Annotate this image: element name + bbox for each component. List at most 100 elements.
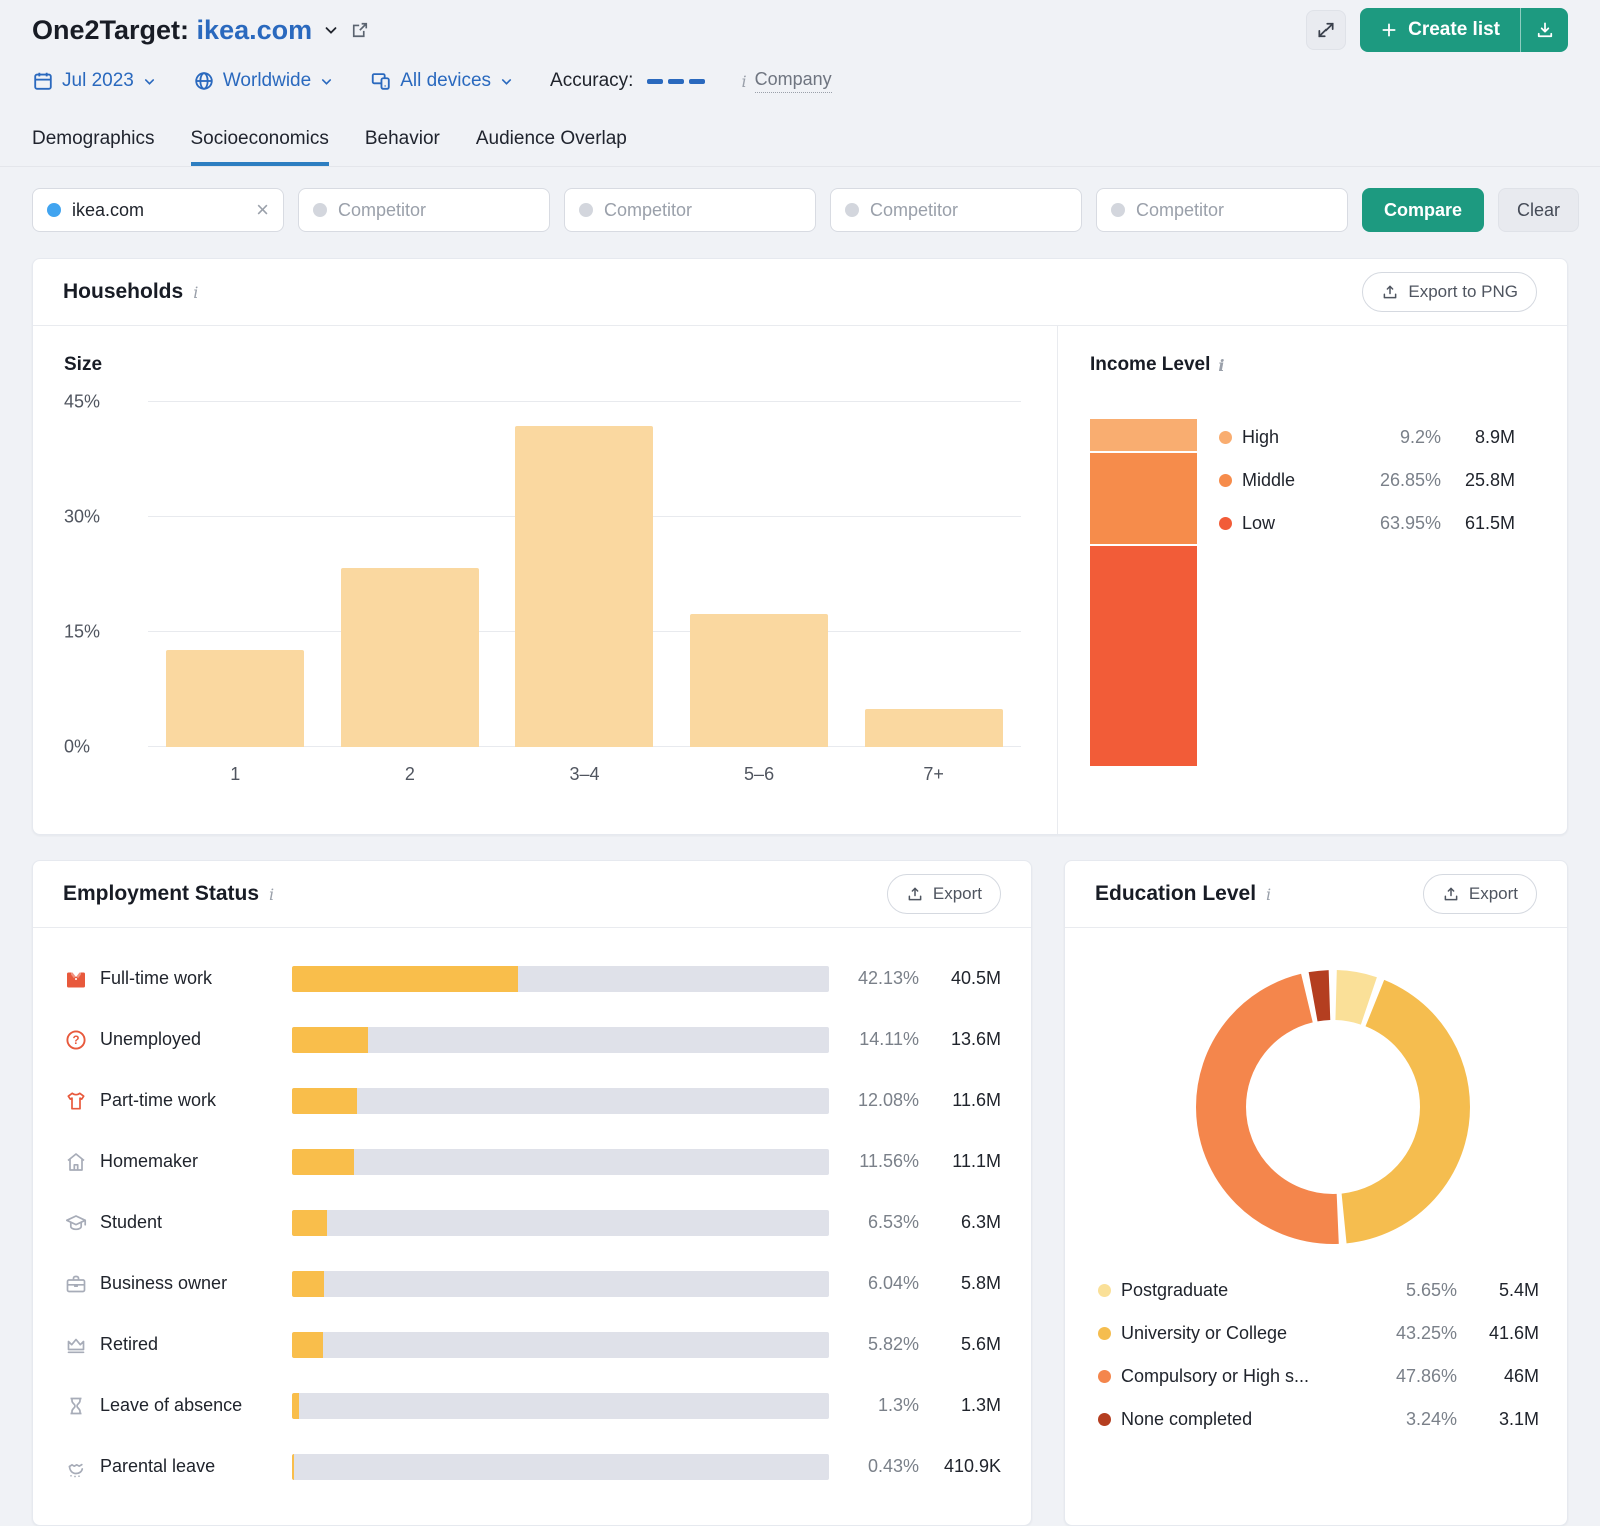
legend-value: 3.1M [1498, 1409, 1539, 1429]
employment-label: Retired [100, 1334, 159, 1354]
page-header: One2Target: ikea.com [32, 8, 370, 52]
download-button[interactable] [1520, 8, 1568, 52]
export-icon [1442, 885, 1460, 903]
region-filter[interactable]: Worldwide [193, 70, 334, 92]
x-axis-category-label: 7+ [923, 764, 944, 784]
employment-bar-track [292, 1331, 829, 1358]
calendar-icon [32, 70, 54, 92]
tab-behavior[interactable]: Behavior [365, 128, 440, 166]
tab-socioeconomics[interactable]: Socioeconomics [190, 128, 329, 166]
employment-percent: 6.04% [867, 1273, 919, 1293]
download-icon [1535, 20, 1555, 40]
income-stacked-bar [1090, 419, 1197, 766]
remove-domain-icon[interactable]: × [256, 199, 269, 221]
export-to-png-button[interactable]: Export to PNG [1362, 272, 1537, 312]
income-segment-high [1090, 419, 1197, 451]
households-card-header: Households i Export to PNG [33, 259, 1567, 326]
legend-percent: 26.85% [1379, 470, 1441, 490]
employment-export-button[interactable]: Export [886, 874, 1001, 914]
legend-label: Middle [1242, 470, 1296, 490]
legend-percent: 3.24% [1405, 1409, 1457, 1429]
homemaker-icon [64, 1150, 88, 1174]
selected-domain-chip[interactable]: ikea.com × [32, 188, 284, 232]
leave-of-absence-icon [64, 1394, 88, 1418]
header-actions: Create list [1306, 8, 1568, 52]
employment-percent: 1.3% [877, 1395, 919, 1415]
create-list-button[interactable]: Create list [1360, 8, 1520, 52]
education-card-header: Education Level i Export [1065, 861, 1567, 928]
info-icon[interactable]: i [741, 72, 746, 91]
employment-bar-track [292, 1087, 829, 1114]
company-info: i Company [741, 69, 832, 93]
chevron-down-icon [319, 74, 334, 89]
tab-audience-overlap[interactable]: Audience Overlap [476, 128, 627, 166]
y-axis-tick-label: 45% [64, 391, 101, 412]
y-axis-tick-label: 0% [64, 736, 91, 757]
employment-label: Full-time work [100, 968, 213, 988]
chevron-down-icon [142, 74, 157, 89]
size-bars-group [148, 402, 1021, 747]
legend-color-dot [1219, 474, 1232, 487]
legend-item: Compulsory or High s... 47.86% 46M [1098, 1355, 1539, 1398]
households-card-body: Size 0% 15% 30% 45% 1 2 3–4 5–6 7+ Income Level… [33, 326, 1567, 834]
employment-bar-track [292, 1026, 829, 1053]
employment-percent: 11.56% [859, 1151, 919, 1171]
compare-button[interactable]: Compare [1362, 188, 1485, 232]
competitor-bar: ikea.com × Competitor Competitor Competi… [32, 188, 1580, 232]
legend-color-dot [1219, 431, 1232, 444]
income-segment-low [1090, 544, 1197, 766]
employment-status-title: Employment Status [63, 882, 260, 905]
household-size-section: Size 0% 15% 30% 45% 1 2 3–4 5–6 7+ [33, 326, 1057, 834]
accuracy-indicator: Accuracy: [550, 70, 706, 92]
education-export-button[interactable]: Export [1422, 874, 1537, 914]
devices-filter[interactable]: All devices [370, 70, 514, 92]
legend-percent: 5.65% [1405, 1280, 1457, 1300]
parental-leave-icon [64, 1455, 88, 1479]
employment-percent: 6.53% [867, 1212, 919, 1232]
x-axis-category-label: 3–4 [569, 764, 600, 784]
employment-row: Student 6.53% 6.3M [64, 1192, 1001, 1253]
income-legend: High 9.2% 8.9M Middle 26.85% 25.8M Low 63.95% 61… [1219, 416, 1515, 545]
size-bar-slot [323, 402, 498, 747]
info-icon[interactable]: i [1266, 885, 1271, 904]
external-link-icon[interactable] [350, 20, 370, 40]
employment-value: 410.9K [943, 1456, 1001, 1476]
size-bar [515, 425, 654, 747]
employment-label: Parental leave [100, 1456, 216, 1476]
employment-percent: 5.82% [867, 1334, 919, 1354]
info-icon[interactable]: i [193, 283, 198, 302]
employment-bar-fill [292, 1392, 299, 1419]
employment-percent: 42.13% [857, 968, 919, 988]
employment-label: Homemaker [100, 1151, 199, 1171]
legend-item: Postgraduate 5.65% 5.4M [1098, 1269, 1539, 1312]
employment-bar-fill [292, 1331, 324, 1358]
competitor-input-2[interactable]: Competitor [564, 188, 816, 232]
employment-row: Leave of absence 1.3% 1.3M [64, 1375, 1001, 1436]
legend-percent: 47.86% [1395, 1366, 1457, 1386]
employment-value: 1.3M [960, 1395, 1001, 1415]
export-icon [1381, 283, 1399, 301]
employment-label: Leave of absence [100, 1395, 243, 1415]
competitor-color-dot [313, 203, 327, 217]
legend-percent: 43.25% [1395, 1323, 1457, 1343]
tab-demographics[interactable]: Demographics [32, 128, 155, 166]
employment-bar-fill [292, 1026, 368, 1053]
chevron-down-icon[interactable] [322, 21, 340, 39]
education-donut-chart [1193, 967, 1473, 1247]
employment-bar-fill [292, 965, 519, 992]
clear-button[interactable]: Clear [1498, 188, 1580, 232]
employment-label: Unemployed [100, 1029, 202, 1049]
expand-button[interactable] [1306, 10, 1347, 50]
competitor-input-1[interactable]: Competitor [298, 188, 550, 232]
size-bar-slot [497, 402, 672, 747]
business-owner-icon [64, 1272, 88, 1296]
legend-value: 46M [1503, 1366, 1539, 1386]
company-link[interactable]: Company [754, 69, 832, 93]
employment-bar-fill [292, 1209, 328, 1236]
competitor-input-3[interactable]: Competitor [830, 188, 1082, 232]
info-icon[interactable]: i [1218, 356, 1224, 375]
competitor-input-4[interactable]: Competitor [1096, 188, 1348, 232]
target-domain-link[interactable]: ikea.com [197, 15, 313, 45]
info-icon[interactable]: i [269, 885, 274, 904]
date-filter[interactable]: Jul 2023 [32, 70, 157, 92]
